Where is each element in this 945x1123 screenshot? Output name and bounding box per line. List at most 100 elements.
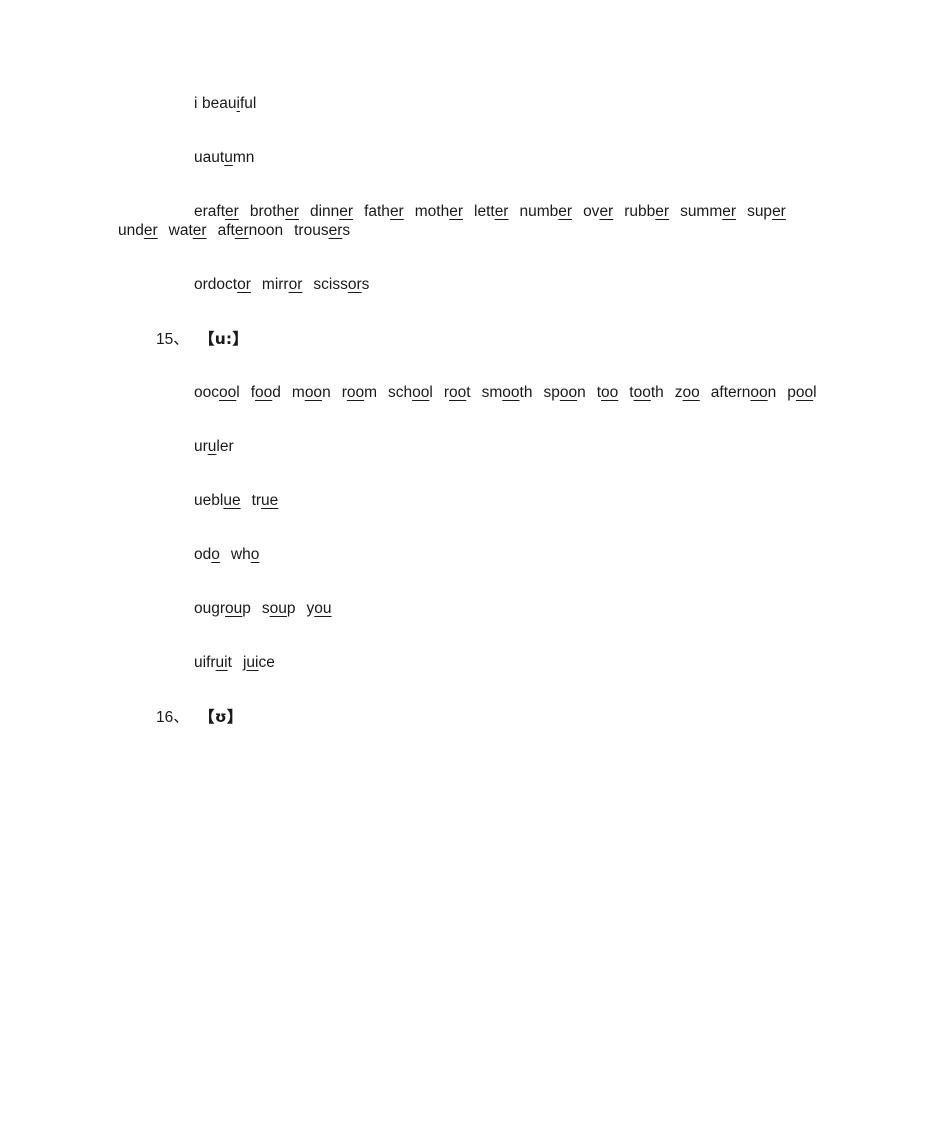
underlined-grapheme: er: [449, 202, 463, 220]
example-word-list: group soup you: [211, 600, 333, 617]
word-prefix: fath: [364, 202, 390, 220]
example-word: pool: [787, 384, 816, 401]
word-suffix: n: [577, 384, 586, 402]
word-gap: [253, 600, 262, 619]
underlined-grapheme: oo: [559, 384, 578, 402]
document-body: i beauiful uautumn erafter brother dinner f…: [118, 95, 833, 763]
word-suffix: p: [286, 600, 296, 618]
underlined-grapheme: er: [558, 202, 573, 220]
example-word: true: [252, 492, 279, 509]
word-gap: [234, 654, 243, 673]
word-prefix: sp: [543, 384, 560, 402]
underlined-grapheme: er: [225, 202, 239, 220]
underlined-grapheme: er: [655, 202, 670, 220]
example-word: do: [203, 546, 220, 563]
word-prefix: tr: [251, 492, 262, 510]
underlined-grapheme: ou: [225, 600, 243, 618]
word-gap: [588, 384, 597, 403]
example-word: too: [597, 384, 619, 401]
word-gap: [788, 203, 797, 222]
word-gap: [738, 203, 747, 222]
example-word: smooth: [482, 384, 533, 401]
heading-15: 15、 【u:】: [118, 330, 833, 350]
word-gap: [298, 600, 307, 619]
example-word: brother: [250, 203, 299, 220]
entry-i: i beauiful: [118, 95, 833, 114]
example-word: summer: [680, 203, 736, 220]
word-suffix: noon: [248, 221, 284, 239]
example-word: tooth: [629, 384, 664, 401]
entry-oo: oocool food moon room school root smooth…: [118, 384, 833, 403]
example-word-list: fruit juice: [206, 654, 277, 671]
underlined-grapheme: er: [234, 221, 249, 239]
word-prefix: c: [211, 384, 219, 402]
underlined-grapheme: o: [211, 546, 220, 564]
example-word: over: [583, 203, 613, 220]
word-suffix: s: [361, 275, 370, 293]
word-gap: [241, 203, 250, 222]
example-word: doctor: [208, 276, 251, 293]
underlined-grapheme: ue: [223, 492, 241, 510]
word-suffix: l: [236, 384, 240, 402]
word-gap: [574, 203, 583, 222]
word-gap: [666, 384, 675, 403]
underlined-grapheme: ou: [269, 600, 287, 618]
spelling-label: o: [194, 546, 203, 564]
word-prefix: aft: [217, 221, 235, 239]
word-prefix: sciss: [313, 275, 348, 293]
entry-or: ordoctor mirror scissors: [118, 276, 833, 295]
underlined-grapheme: oo: [633, 384, 651, 402]
word-prefix: wat: [168, 221, 193, 239]
underlined-grapheme: oo: [219, 384, 237, 402]
word-gap: [301, 203, 310, 222]
word-gap: [209, 222, 218, 241]
example-word: ruler: [203, 438, 234, 455]
example-word: blue: [211, 492, 240, 509]
underlined-grapheme: er: [339, 202, 354, 220]
underlined-grapheme: er: [722, 202, 737, 220]
example-word: afternoon: [218, 222, 284, 239]
example-word: cool: [211, 384, 239, 401]
example-word: moon: [292, 384, 331, 401]
word-gap: [160, 222, 169, 241]
word-gap: [406, 203, 415, 222]
underlined-grapheme: oo: [795, 384, 814, 402]
word-gap: [253, 276, 262, 295]
example-word: water: [169, 222, 207, 239]
word-prefix: d: [202, 546, 212, 564]
underlined-grapheme: er: [285, 202, 299, 220]
spelling-label: oo: [194, 384, 212, 402]
word-suffix: ful: [239, 95, 257, 112]
underlined-grapheme: er: [494, 202, 509, 220]
word-gap: [242, 384, 251, 403]
word-gap: [778, 384, 787, 403]
entry-ui: uifruit juice: [118, 654, 833, 673]
example-word: mirror: [262, 276, 302, 293]
example-word: letter: [474, 203, 508, 220]
word-prefix: p: [787, 384, 796, 402]
example-word: beauiful: [202, 95, 256, 112]
example-word: zoo: [675, 384, 700, 401]
word-prefix: bl: [211, 492, 224, 510]
example-word: autumn: [203, 149, 255, 166]
spelling-label: u: [194, 438, 203, 456]
word-suffix: ler: [216, 438, 234, 456]
spelling-label: i: [194, 95, 198, 112]
word-prefix: beau: [202, 95, 237, 112]
word-prefix: gr: [211, 600, 226, 618]
underlined-grapheme: oo: [412, 384, 430, 402]
word-suffix: th: [519, 384, 533, 402]
spelling-label: ui: [194, 653, 207, 671]
underlined-grapheme: ou: [314, 600, 332, 618]
underlined-grapheme: er: [328, 221, 343, 239]
heading-number: 16、: [156, 708, 189, 726]
underlined-grapheme: u: [224, 148, 233, 166]
word-prefix: fr: [206, 653, 216, 671]
word-prefix: doct: [207, 275, 238, 293]
example-word: afternoon: [711, 384, 777, 401]
underlined-grapheme: er: [389, 202, 404, 220]
example-word: juice: [243, 654, 275, 671]
example-word: you: [307, 600, 332, 617]
word-gap: [243, 492, 252, 511]
word-gap: [671, 203, 680, 222]
